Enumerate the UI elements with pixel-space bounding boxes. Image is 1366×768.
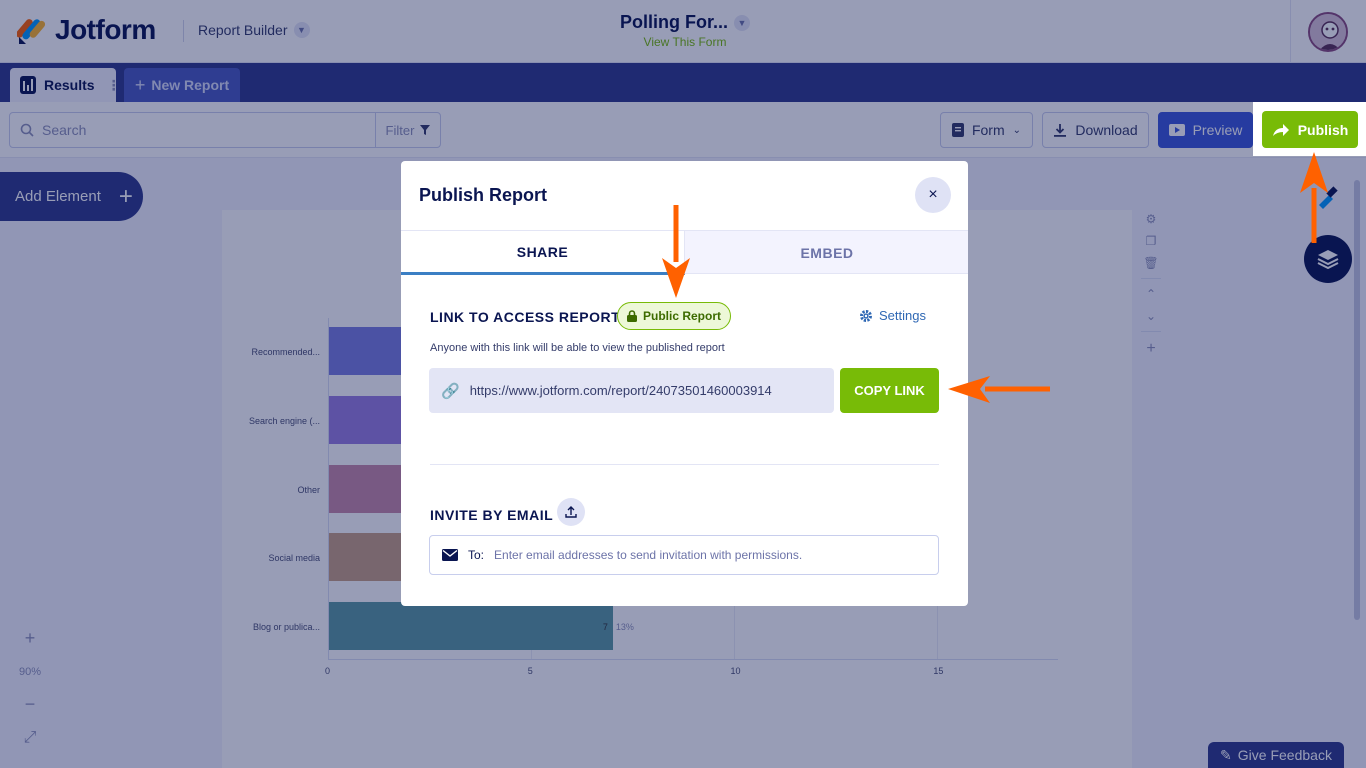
email-invite-field[interactable]: To: Enter email addresses to send invita… [429,535,939,575]
link-icon: 🔗 [441,382,460,400]
envelope-icon [442,549,458,561]
modal-title: Publish Report [419,185,548,205]
public-report-badge[interactable]: Public Report [617,302,731,330]
close-button[interactable]: × [915,177,951,213]
settings-link[interactable]: Settings [859,308,926,323]
tab-share[interactable]: SHARE [401,231,685,275]
divider [430,464,939,465]
link-section-title: LINK TO ACCESS REPORT [430,309,621,325]
to-label: To: [468,548,485,562]
share-arrow-icon [1272,123,1289,136]
modal-tabs: SHARE EMBED [401,230,969,275]
upload-icon [565,506,577,518]
publish-report-modal: Publish Report × SHARE EMBED LINK TO ACC… [401,161,968,606]
invite-section-title: INVITE BY EMAIL [430,507,554,523]
publish-button[interactable]: Publish [1262,111,1358,148]
copy-link-button[interactable]: COPY LINK [840,368,939,413]
link-description: Anyone with this link will be able to vi… [430,342,725,354]
publish-label: Publish [1297,121,1349,138]
lock-icon [626,310,637,322]
settings-label: Settings [879,308,926,323]
report-url-field[interactable]: 🔗 https://www.jotform.com/report/2407350… [429,368,834,413]
report-url: https://www.jotform.com/report/240735014… [469,383,772,398]
public-report-label: Public Report [642,309,721,323]
gear-icon [860,309,872,322]
publish-highlight: Publish [1253,102,1366,156]
close-icon: × [928,186,938,203]
tab-embed[interactable]: EMBED [685,231,969,275]
upload-button[interactable] [557,498,585,526]
email-placeholder: Enter email addresses to send invitation… [494,548,803,562]
